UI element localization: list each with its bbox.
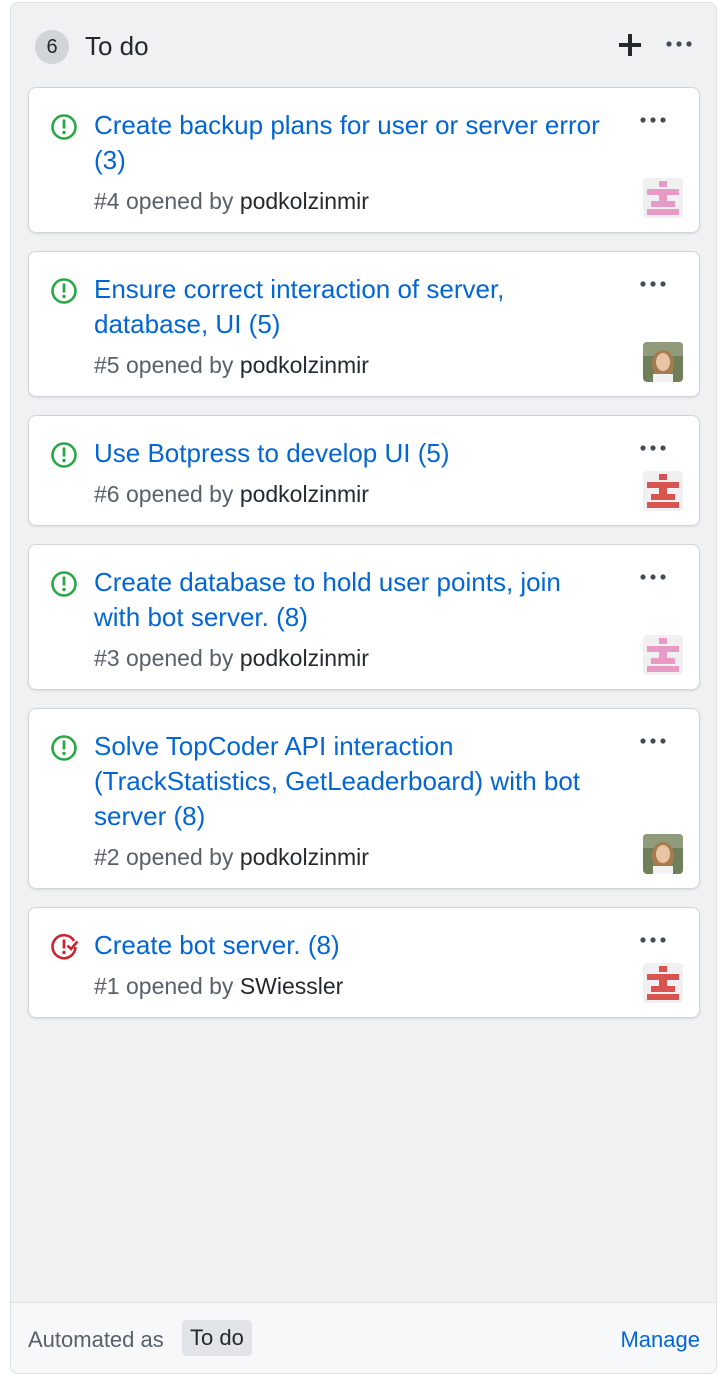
issue-opened-icon <box>51 114 77 140</box>
issue-number: #2 <box>94 844 120 870</box>
issue-opened-icon <box>51 442 77 468</box>
opened-by-text: opened by <box>125 352 234 378</box>
user-avatar-photo <box>643 834 683 874</box>
kebab-horizontal-icon <box>640 281 666 287</box>
assignee-avatar[interactable] <box>643 178 683 218</box>
kebab-horizontal-icon <box>640 117 666 123</box>
user-identicon <box>643 178 683 218</box>
card-menu-button[interactable] <box>637 270 671 298</box>
project-column: 6 To do Create backup plans for user or … <box>10 2 717 1374</box>
user-avatar-photo <box>643 342 683 382</box>
opened-by-text: opened by <box>125 188 234 214</box>
assignee-avatar[interactable] <box>643 342 683 382</box>
plus-icon <box>619 34 641 56</box>
opened-by-text: opened by <box>125 645 234 671</box>
issue-opened-icon <box>51 571 77 597</box>
manage-automation-link[interactable]: Manage <box>620 1325 700 1355</box>
issue-meta: #1 opened by SWiessler <box>94 971 609 1001</box>
column-footer: Automated as To do Manage <box>11 1302 716 1373</box>
assignee-avatar[interactable] <box>643 963 683 1003</box>
kebab-horizontal-icon <box>666 41 692 47</box>
issue-meta: #4 opened by podkolzinmir <box>94 186 609 216</box>
issue-card[interactable]: Ensure correct interaction of server, da… <box>28 251 700 397</box>
assignee-avatar[interactable] <box>643 834 683 874</box>
issue-author-link[interactable]: podkolzinmir <box>240 481 369 507</box>
user-identicon <box>643 963 683 1003</box>
issue-card[interactable]: Create bot server. (8) #1 opened by SWies… <box>28 907 700 1018</box>
issue-author-link[interactable]: SWiessler <box>240 973 344 999</box>
kebab-horizontal-icon <box>640 738 666 744</box>
automation-label: Automated as <box>28 1327 164 1352</box>
issue-author-link[interactable]: podkolzinmir <box>240 352 369 378</box>
issue-count-badge: 6 <box>35 30 69 64</box>
issue-card[interactable]: Use Botpress to develop UI (5) #6 opened … <box>28 415 700 526</box>
kebab-horizontal-icon <box>640 937 666 943</box>
card-list: Create backup plans for user or server e… <box>28 87 700 1036</box>
issue-title-link[interactable]: Create database to hold user points, joi… <box>94 565 609 635</box>
issue-number: #6 <box>94 481 120 507</box>
issue-title-link[interactable]: Create backup plans for user or server e… <box>94 108 609 178</box>
issue-title-link[interactable]: Create bot server. (8) <box>94 928 609 963</box>
issue-title-link[interactable]: Solve TopCoder API interaction (TrackSta… <box>94 729 609 834</box>
kebab-horizontal-icon <box>640 574 666 580</box>
user-identicon <box>643 635 683 675</box>
issue-meta: #5 opened by podkolzinmir <box>94 350 609 380</box>
issue-opened-icon <box>51 735 77 761</box>
assignee-avatar[interactable] <box>643 471 683 511</box>
user-identicon <box>643 471 683 511</box>
issue-author-link[interactable]: podkolzinmir <box>240 645 369 671</box>
issue-meta: #3 opened by podkolzinmir <box>94 643 609 673</box>
issue-meta: #6 opened by podkolzinmir <box>94 479 609 509</box>
issue-title-link[interactable]: Ensure correct interaction of server, da… <box>94 272 609 342</box>
card-menu-button[interactable] <box>637 926 671 954</box>
opened-by-text: opened by <box>125 844 234 870</box>
add-card-button[interactable] <box>615 27 645 63</box>
column-menu-button[interactable] <box>663 29 697 59</box>
card-menu-button[interactable] <box>637 434 671 462</box>
issue-card[interactable]: Create database to hold user points, joi… <box>28 544 700 690</box>
automation-preset: To do <box>182 1320 252 1356</box>
column-header: 6 To do <box>11 3 716 87</box>
kebab-horizontal-icon <box>640 445 666 451</box>
issue-number: #1 <box>94 973 120 999</box>
issue-author-link[interactable]: podkolzinmir <box>240 188 369 214</box>
issue-card[interactable]: Solve TopCoder API interaction (TrackSta… <box>28 708 700 889</box>
issue-meta: #2 opened by podkolzinmir <box>94 842 609 872</box>
issue-number: #5 <box>94 352 120 378</box>
column-title: To do <box>85 31 149 61</box>
issue-card[interactable]: Create backup plans for user or server e… <box>28 87 700 233</box>
opened-by-text: opened by <box>125 973 234 999</box>
issue-number: #4 <box>94 188 120 214</box>
issue-closed-icon <box>51 933 79 960</box>
issue-author-link[interactable]: podkolzinmir <box>240 844 369 870</box>
card-menu-button[interactable] <box>637 727 671 755</box>
issue-title-link[interactable]: Use Botpress to develop UI (5) <box>94 436 609 471</box>
card-menu-button[interactable] <box>637 563 671 591</box>
card-menu-button[interactable] <box>637 106 671 134</box>
opened-by-text: opened by <box>125 481 234 507</box>
issue-number: #3 <box>94 645 120 671</box>
issue-opened-icon <box>51 278 77 304</box>
assignee-avatar[interactable] <box>643 635 683 675</box>
